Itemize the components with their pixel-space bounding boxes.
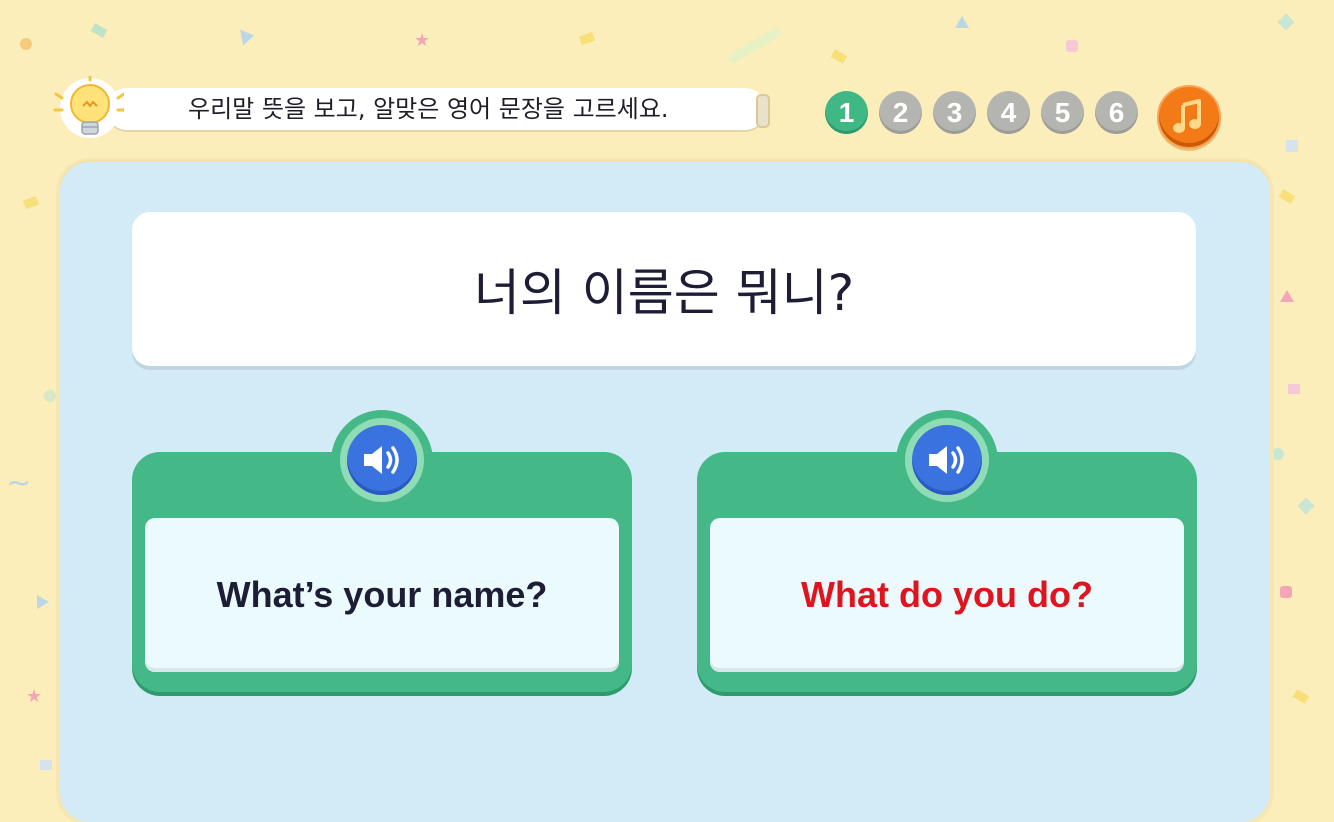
option-text: What do you do? (801, 574, 1093, 615)
step-3[interactable]: 3 (933, 91, 976, 134)
instruction-pill-end (756, 94, 770, 128)
step-indicator: 1 2 3 4 5 6 (825, 91, 1138, 134)
play-audio-button[interactable] (905, 418, 989, 502)
lightbulb-icon (53, 76, 124, 138)
step-4[interactable]: 4 (987, 91, 1030, 134)
play-audio-button[interactable] (340, 418, 424, 502)
step-6[interactable]: 6 (1095, 91, 1138, 134)
instruction-pill: 우리말 뜻을 보고, 알맞은 영어 문장을 고르세요. (106, 88, 770, 130)
answer-option-1[interactable]: What’s your name? (132, 410, 632, 692)
question-text: 너의 이름은 뭐니? (473, 264, 855, 322)
music-note-icon (1173, 99, 1201, 133)
step-1[interactable]: 1 (825, 91, 868, 134)
instruction-text: 우리말 뜻을 보고, 알맞은 영어 문장을 고르세요. (188, 95, 669, 123)
option-body[interactable]: What’s your name? (145, 518, 619, 672)
option-body[interactable]: What do you do? (710, 518, 1184, 672)
question-card: 너의 이름은 뭐니? (132, 212, 1196, 366)
speaker-icon (929, 446, 964, 474)
music-button[interactable] (1157, 85, 1221, 149)
step-5[interactable]: 5 (1041, 91, 1084, 134)
option-text: What’s your name? (216, 574, 548, 615)
answer-option-2[interactable]: What do you do? (697, 410, 1197, 692)
speaker-icon (364, 446, 399, 474)
step-2[interactable]: 2 (879, 91, 922, 134)
instruction-bar: 우리말 뜻을 보고, 알맞은 영어 문장을 고르세요. (52, 76, 770, 142)
